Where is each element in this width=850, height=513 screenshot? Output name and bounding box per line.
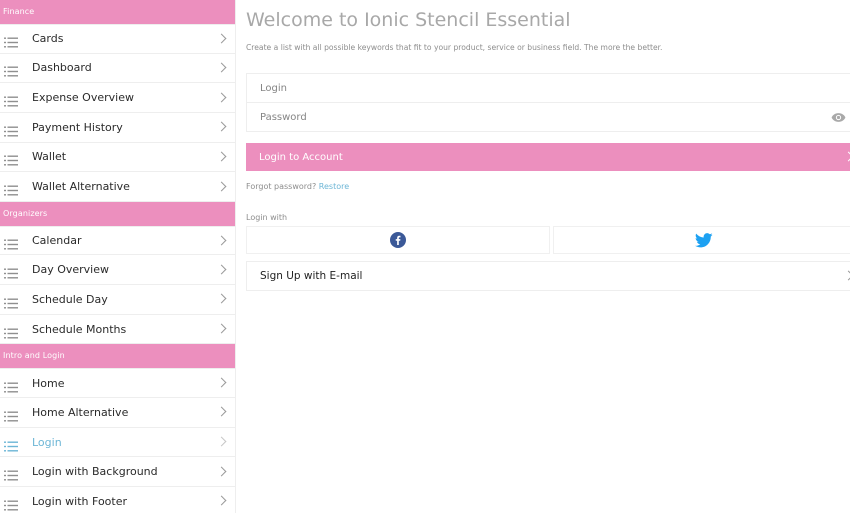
password-field	[246, 103, 850, 132]
sidebar-item-payment-history[interactable]: Payment History	[0, 113, 235, 143]
chevron-right-icon	[216, 62, 227, 73]
sidebar-item-schedule-months[interactable]: Schedule Months	[0, 315, 235, 345]
sidebar-item-label: Schedule Months	[32, 322, 127, 336]
list-icon	[4, 496, 18, 511]
list-icon	[4, 122, 18, 137]
section-header-finance: Finance	[0, 0, 235, 24]
sidebar-item-wallet-alternative[interactable]: Wallet Alternative	[0, 172, 235, 202]
sidebar-item-label: Cards	[32, 32, 64, 46]
chevron-right-icon	[216, 181, 227, 191]
sidebar-item-wallet[interactable]: Wallet	[0, 143, 235, 173]
chevron-right-icon	[216, 323, 227, 334]
facebook-icon	[389, 232, 406, 248]
list-icon	[4, 294, 18, 309]
list-icon	[4, 437, 18, 451]
sidebar-item-label: Login	[32, 435, 62, 449]
sidebar-item-label: Login with Footer	[32, 494, 128, 508]
chevron-right-icon	[216, 466, 227, 477]
sidebar-item-calendar[interactable]: Calendar	[0, 225, 235, 256]
sidebar-item-label: Login with Background	[32, 465, 158, 479]
sidebar-item-home-alternative[interactable]: Home Alternative	[0, 398, 235, 428]
chevron-right-icon	[216, 92, 227, 103]
login-page: Welcome to Ionic Stencil Essential Creat…	[236, 0, 850, 513]
page-subtitle: Create a list with all possible keywords…	[246, 43, 663, 52]
signup-label: Sign Up with E-mail	[260, 270, 363, 282]
sidebar-item-label: Expense Overview	[32, 91, 134, 105]
chevron-right-icon	[216, 33, 227, 44]
list-icon	[4, 264, 18, 279]
twitter-icon	[695, 232, 713, 247]
sidebar-item-label: Day Overview	[32, 263, 110, 277]
login-field	[246, 74, 850, 103]
sidebar-item-label: Home	[32, 376, 65, 390]
chevron-right-icon	[216, 293, 227, 304]
chevron-right-icon	[216, 436, 227, 447]
page-title: Welcome to Ionic Stencil Essential	[246, 9, 571, 31]
login-to-account-button[interactable]: Login to Account	[246, 143, 850, 171]
list-icon	[4, 92, 18, 107]
password-input[interactable]	[260, 111, 780, 123]
section-header-intro-and-login: Intro and Login	[0, 344, 235, 369]
chevron-right-icon	[216, 151, 227, 162]
list-icon	[4, 181, 18, 196]
list-icon	[4, 151, 18, 166]
sidebar-item-schedule-day[interactable]: Schedule Day	[0, 285, 235, 315]
sidebar-menu: Finance Cards Dashboard Expense Overview Pay…	[0, 0, 236, 513]
restore-link[interactable]: Restore	[319, 182, 349, 191]
sidebar-item-label: Payment History	[32, 120, 123, 134]
sidebar-item-label: Wallet Alternative	[32, 180, 130, 194]
list-icon	[4, 33, 18, 48]
login-button-label: Login to Account	[259, 151, 343, 163]
list-icon	[4, 62, 18, 77]
sidebar-item-day-overview[interactable]: Day Overview	[0, 255, 235, 286]
list-icon	[4, 378, 18, 393]
chevron-right-icon	[216, 377, 227, 388]
signup-email-button[interactable]: Sign Up with E-mail	[246, 261, 850, 291]
sidebar-item-expense-overview[interactable]: Expense Overview	[0, 83, 235, 113]
login-with-label: Login with	[246, 213, 288, 222]
login-input[interactable]	[260, 82, 780, 94]
facebook-login-button[interactable]	[246, 226, 550, 254]
sidebar-item-home[interactable]: Home	[0, 368, 235, 399]
sidebar-item-login[interactable]: Login	[0, 428, 235, 458]
sidebar-item-label: Wallet	[32, 150, 67, 164]
social-login-row	[246, 226, 850, 254]
sidebar-item-label: Calendar	[32, 234, 82, 248]
list-icon	[4, 466, 18, 481]
section-header-organizers: Organizers	[0, 201, 235, 226]
sidebar-item-login-with-background[interactable]: Login with Background	[0, 457, 235, 487]
chevron-right-icon	[216, 235, 227, 246]
list-icon	[4, 235, 18, 250]
forgot-password-text: Forgot password?	[246, 182, 317, 191]
sidebar-item-label: Schedule Day	[32, 292, 108, 306]
chevron-right-icon	[216, 406, 227, 417]
sidebar-item-dashboard[interactable]: Dashboard	[0, 54, 235, 84]
sidebar-item-label: Home Alternative	[32, 405, 129, 419]
app-window: Finance Cards Dashboard Expense Overview Pay…	[0, 0, 850, 513]
forgot-password: Forgot password? Restore	[246, 182, 349, 191]
chevron-right-icon	[843, 151, 850, 162]
sidebar-item-cards[interactable]: Cards	[0, 24, 235, 54]
twitter-login-button[interactable]	[552, 226, 850, 254]
chevron-right-icon	[216, 121, 227, 132]
sidebar-item-login-with-footer[interactable]: Login with Footer	[0, 487, 235, 513]
list-icon	[4, 324, 18, 339]
eye-icon[interactable]	[831, 112, 846, 123]
chevron-right-icon	[216, 495, 227, 506]
chevron-right-icon	[216, 264, 227, 275]
sidebar-item-label: Dashboard	[32, 61, 92, 75]
login-form	[246, 73, 850, 132]
chevron-right-icon	[843, 270, 850, 281]
list-icon	[4, 407, 18, 422]
